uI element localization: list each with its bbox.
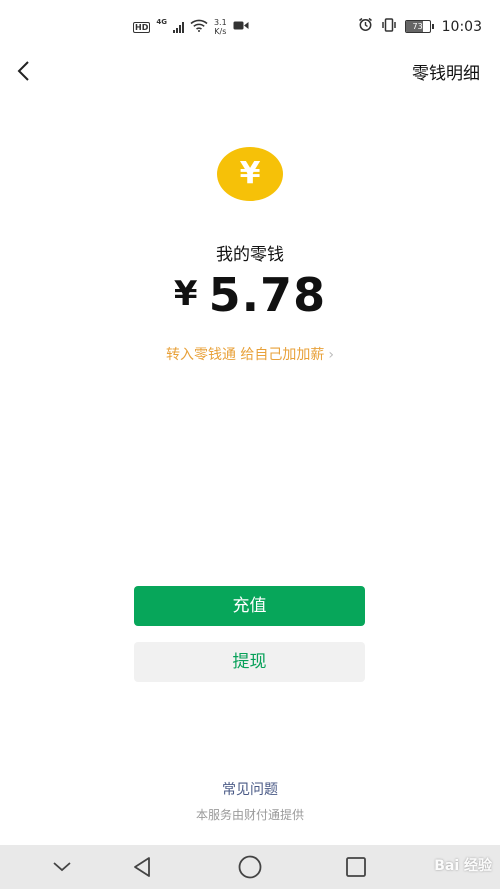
balance-label: 我的零钱 bbox=[216, 245, 284, 265]
provider-note: 本服务由财付通提供 bbox=[195, 808, 304, 822]
network-speed: 3.1 K/s bbox=[214, 18, 227, 36]
hd-badge: HD bbox=[133, 21, 151, 33]
triangle-back-icon bbox=[134, 857, 150, 877]
signal-icon bbox=[172, 21, 184, 33]
withdraw-button[interactable]: 提现 bbox=[134, 642, 365, 682]
chevron-down-icon bbox=[53, 862, 71, 872]
status-bar: HD 4G 3.1 K/s 73 10:03 bbox=[0, 0, 500, 56]
nav-home-button[interactable] bbox=[220, 845, 280, 889]
system-nav-bar: Bai 经验 bbox=[0, 845, 500, 889]
nav-collapse-button[interactable] bbox=[32, 845, 92, 889]
speed-unit: K/s bbox=[214, 27, 227, 36]
back-button[interactable] bbox=[12, 58, 38, 84]
status-right: 73 10:03 bbox=[358, 17, 482, 36]
promo-link[interactable]: 转入零钱通 给自己加加薪 › bbox=[0, 344, 500, 364]
clock: 10:03 bbox=[441, 18, 482, 35]
balance-amount: ¥5.78 bbox=[0, 268, 500, 322]
chevron-left-icon bbox=[17, 61, 29, 81]
coin-icon: ¥ bbox=[217, 147, 283, 201]
video-camera-icon bbox=[233, 20, 249, 34]
battery-icon: 73 bbox=[404, 20, 434, 33]
currency-symbol: ¥ bbox=[173, 274, 199, 314]
wifi-icon bbox=[190, 19, 208, 35]
balance-details-link[interactable]: 零钱明细 bbox=[412, 59, 480, 84]
square-recents-icon bbox=[346, 857, 366, 877]
battery-level: 73 bbox=[412, 22, 423, 31]
vibrate-icon bbox=[381, 17, 397, 36]
nav-back-button[interactable] bbox=[112, 845, 172, 889]
network-type: 4G bbox=[156, 18, 167, 26]
faq-link[interactable]: 常见问题 bbox=[0, 779, 500, 799]
chevron-right-icon: › bbox=[328, 347, 335, 363]
circle-home-icon bbox=[238, 855, 262, 879]
status-left: HD 4G 3.1 K/s bbox=[133, 18, 249, 36]
promo-text: 转入零钱通 给自己加加薪 bbox=[165, 347, 325, 363]
alarm-icon bbox=[358, 17, 373, 36]
baidu-watermark: Bai 经验 bbox=[434, 858, 492, 874]
recharge-button[interactable]: 充值 bbox=[134, 586, 365, 626]
speed-value: 3.1 bbox=[213, 18, 227, 27]
balance-value: 5.78 bbox=[208, 268, 327, 322]
nav-recents-button[interactable] bbox=[326, 845, 386, 889]
